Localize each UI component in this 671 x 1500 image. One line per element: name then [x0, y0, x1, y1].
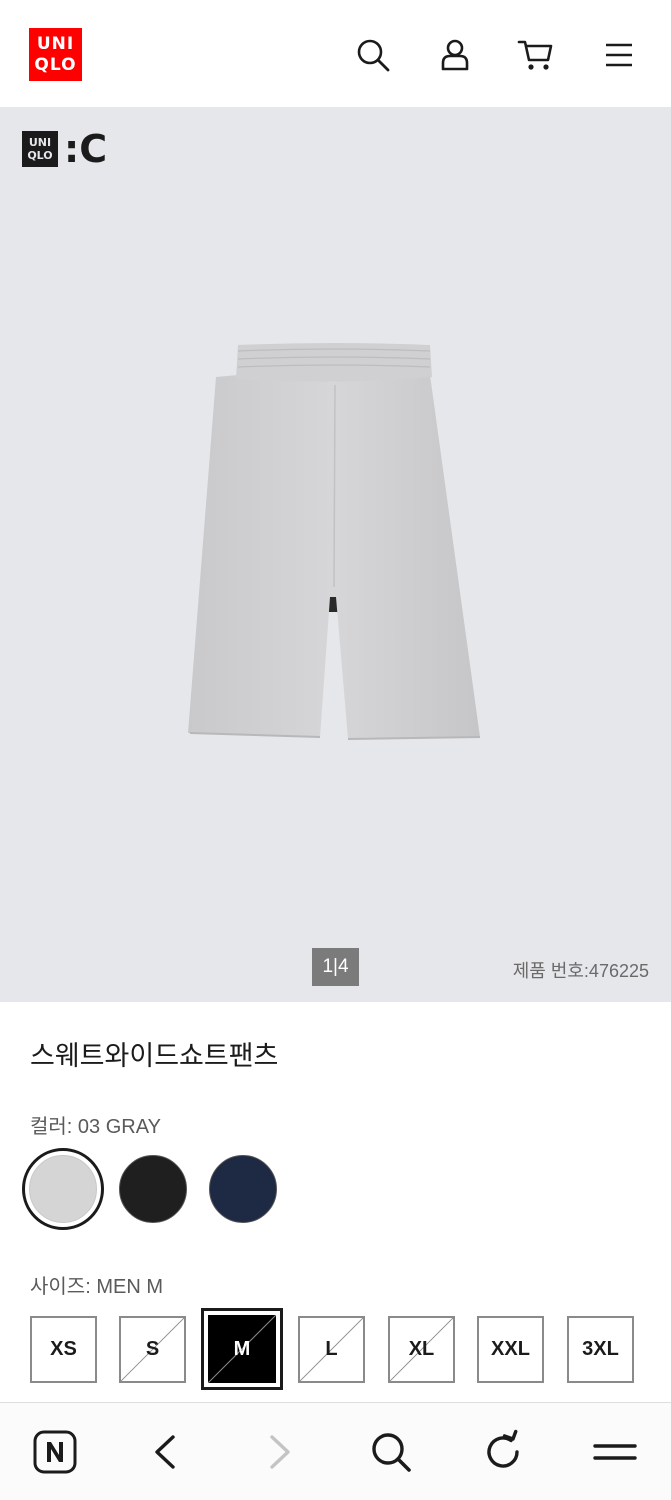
color-label: 컬러: 03 GRAY: [30, 1116, 161, 1138]
back-icon[interactable]: [143, 1429, 189, 1475]
badge-suffix: :C: [64, 127, 108, 171]
size-button-s[interactable]: S: [119, 1316, 186, 1383]
image-pager: 1|4: [312, 948, 359, 986]
size-label-text: 3XL: [582, 1338, 619, 1360]
size-label: 사이즈: MEN M: [30, 1276, 163, 1298]
naver-icon[interactable]: [32, 1429, 78, 1475]
site-header: UNI QLO: [0, 0, 671, 107]
uniqlo-c-badge: UNI QLO :C: [22, 127, 108, 171]
color-swatches: [22, 1148, 292, 1230]
size-label-text: XXL: [491, 1338, 530, 1360]
size-label-text: S: [145, 1338, 160, 1360]
logo-line-1: UNI: [36, 33, 75, 54]
account-icon[interactable]: [436, 36, 474, 74]
size-label-text: XS: [50, 1338, 77, 1360]
swatch-fill: [29, 1155, 97, 1223]
size-button-m[interactable]: M: [201, 1308, 283, 1390]
cart-icon[interactable]: [517, 36, 555, 74]
refresh-icon[interactable]: [480, 1429, 526, 1475]
color-swatch-gray[interactable]: [22, 1148, 104, 1230]
size-button-l[interactable]: L: [298, 1316, 365, 1383]
size-button-xs[interactable]: XS: [30, 1316, 97, 1383]
size-selected-fill: M: [208, 1315, 276, 1383]
uniqlo-logo[interactable]: UNI QLO: [29, 28, 82, 81]
swatch-fill: [119, 1155, 187, 1223]
menu-icon[interactable]: [592, 1429, 638, 1475]
size-button-3xl[interactable]: 3XL: [567, 1316, 634, 1383]
product-number: 제품 번호:476225: [512, 961, 649, 981]
size-label-text: XL: [408, 1338, 435, 1360]
swatch-fill: [209, 1155, 277, 1223]
color-swatch-black[interactable]: [112, 1148, 194, 1230]
search-icon[interactable]: [368, 1429, 414, 1475]
forward-icon: [256, 1429, 302, 1475]
badge-line-2: QLO: [27, 149, 53, 162]
search-icon[interactable]: [354, 36, 392, 74]
browser-toolbar: [0, 1402, 671, 1500]
product-image-shorts: [188, 343, 481, 740]
color-swatch-navy[interactable]: [202, 1148, 284, 1230]
badge-line-1: UNI: [28, 136, 52, 149]
menu-icon[interactable]: [600, 36, 638, 74]
size-label-text: L: [325, 1338, 338, 1360]
size-button-xl[interactable]: XL: [388, 1316, 455, 1383]
product-title: 스웨트와이드쇼트팬츠: [30, 1041, 279, 1071]
uc-box: UNI QLO: [22, 131, 58, 167]
size-label-text: M: [233, 1337, 251, 1360]
logo-line-2: QLO: [34, 54, 77, 75]
product-image-area[interactable]: UNI QLO :C 1|4 제품 번호:476225: [0, 107, 671, 1002]
size-button-xxl[interactable]: XXL: [477, 1316, 544, 1383]
